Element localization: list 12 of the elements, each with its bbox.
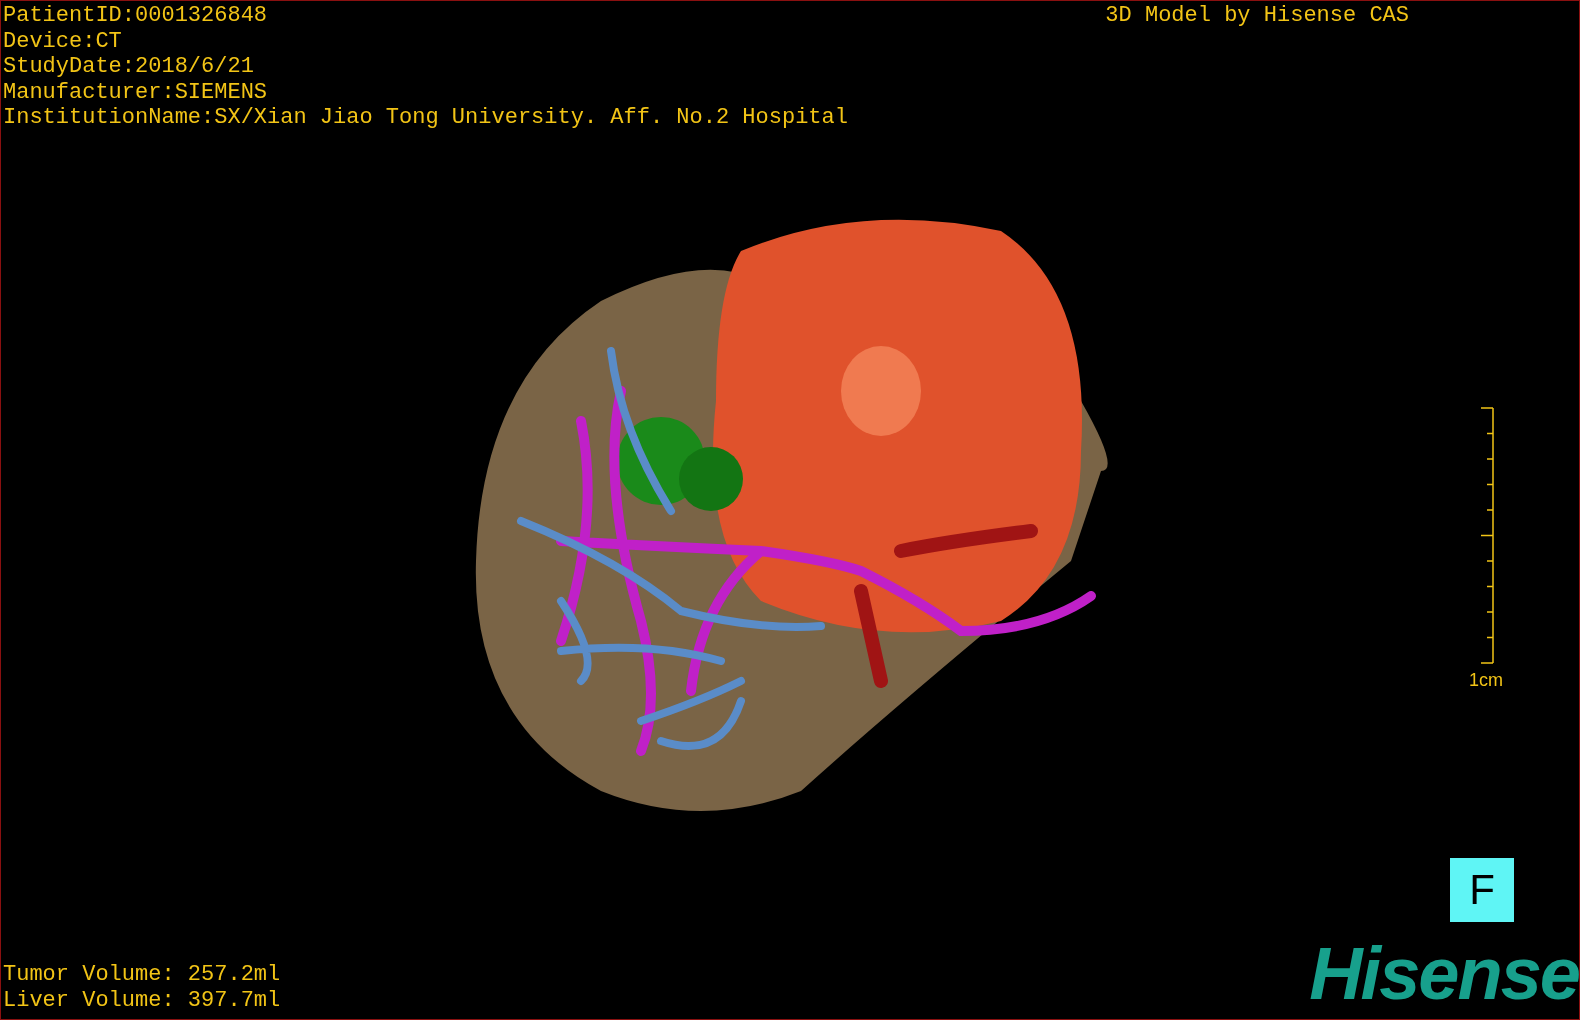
patient-info-text: PatientID:0001326848 [3,3,269,29]
render-viewport[interactable] [0,0,1580,1020]
patient-info-text: Device:CT [3,28,123,54]
patient-info-text: Manufacturer:SIEMENS [3,79,269,105]
orientation-marker: F [1450,858,1514,922]
credit-text: 3D Model by Hisense CAS [1105,3,1409,29]
patient-info-text: StudyDate:2018/6/21 [3,54,255,80]
volume-text: Liver Volume: 397.7ml [3,987,281,1013]
logo-text: Hisense [1309,937,1579,1011]
scale-label: 1cm [1469,670,1503,691]
patient-info-text: InstitutionName:SX/Xian Jiao Tong University. Aff. No.2 Hospital [3,105,848,131]
volume-text: Tumor Volume: 257.2ml [3,962,281,988]
